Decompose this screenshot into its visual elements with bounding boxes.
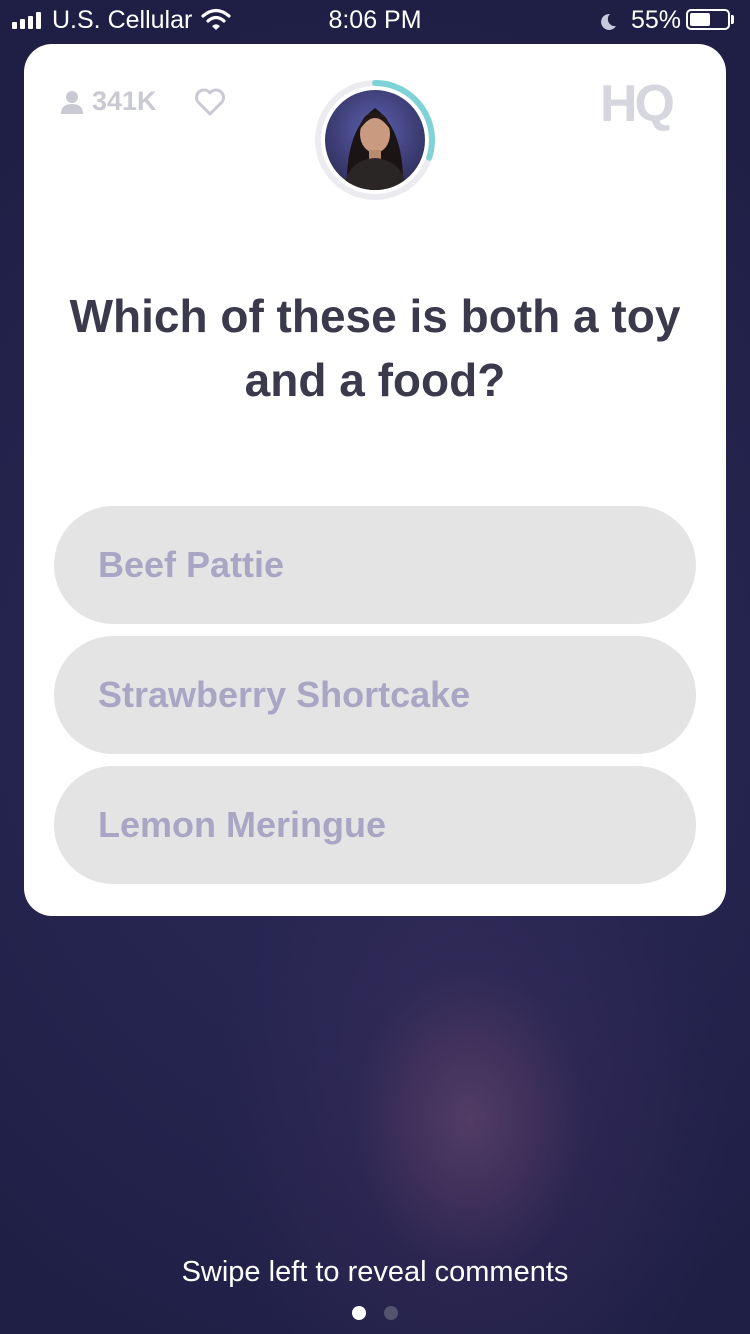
person-icon [61,90,83,114]
question-text: Which of these is both a toy and a food? [69,290,681,406]
hq-logo: HQ [600,75,675,133]
status-bar: U.S. Cellular 8:06 PM 55% [0,0,750,40]
viewer-count-label: 341K [92,86,157,116]
heart-icon[interactable] [194,88,226,120]
swipe-hint: Swipe left to reveal comments [181,1256,569,1288]
page-dot-1[interactable] [352,1306,366,1320]
battery-tip [731,15,734,24]
host-avatar-timer [314,79,436,201]
do-not-disturb-moon-icon [598,10,618,38]
viewer-count: 341K [60,86,157,117]
page-indicator[interactable] [0,1306,750,1320]
battery-icon [686,9,730,30]
page-dot-2[interactable] [384,1306,398,1320]
answer-option-2[interactable]: Strawberry Shortcake [54,636,696,754]
answer-option-3[interactable]: Lemon Meringue [54,766,696,884]
question-card: 341K HQ Which of these is both a toy and… [24,44,726,916]
battery-level-fill [690,13,710,26]
answer-option-1[interactable]: Beef Pattie [54,506,696,624]
battery-percentage: 55% [631,6,682,34]
host-avatar [325,90,425,190]
